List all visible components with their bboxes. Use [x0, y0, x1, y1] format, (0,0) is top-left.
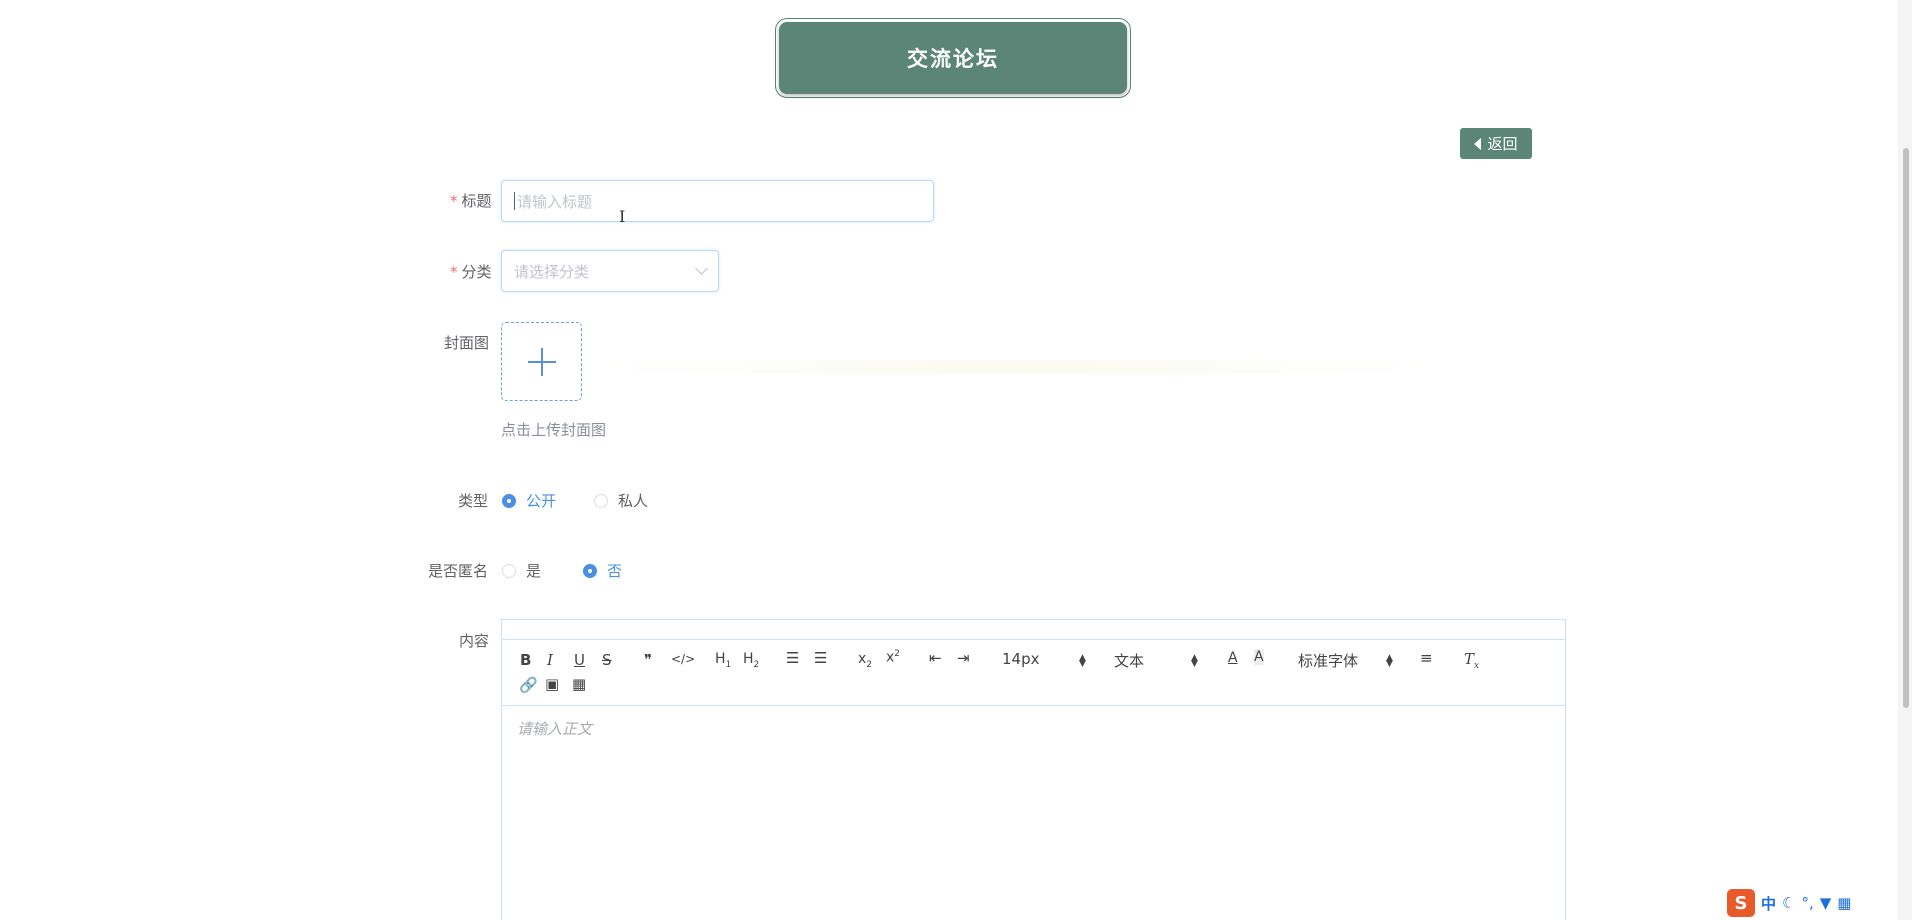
category-select-placeholder: 请选择分类: [514, 262, 590, 281]
picker-arrows-icon: ▲ ▼: [1079, 653, 1086, 669]
video-icon[interactable]: ▦: [572, 675, 586, 693]
sogou-logo-icon: S: [1727, 889, 1755, 917]
anonymous-radio-group: 是 否: [502, 560, 652, 581]
radio-unchecked-icon: [594, 493, 609, 508]
subscript-button[interactable]: x2: [858, 651, 872, 670]
anonymous-option-no-label: 否: [607, 562, 623, 580]
category-label: * 分类: [450, 261, 492, 282]
title-input-placeholder: 请输入标题: [517, 192, 593, 211]
picker-arrows-icon: ▲ ▼: [1386, 653, 1393, 669]
cover-upload-button[interactable]: [501, 322, 582, 401]
required-mark: *: [450, 192, 458, 210]
anonymous-option-yes-label: 是: [526, 562, 542, 580]
superscript-button[interactable]: x2: [886, 649, 900, 666]
font-size-picker[interactable]: 14px: [1002, 650, 1040, 668]
title-label-text: 标题: [461, 192, 492, 210]
indent-icon[interactable]: ⇥: [957, 649, 970, 667]
text-caret: [514, 192, 515, 210]
page-title: 交流论坛: [779, 22, 1127, 94]
radio-unchecked-icon: [502, 563, 516, 578]
chevron-down-icon: [695, 262, 708, 275]
type-label: 类型: [458, 492, 489, 510]
type-option-public-label: 公开: [526, 492, 557, 510]
link-icon[interactable]: 🔗: [519, 676, 538, 694]
picker-arrows-icon: ▲ ▼: [1191, 653, 1198, 669]
italic-button[interactable]: I: [547, 651, 553, 669]
apps-grid-icon[interactable]: ▦: [1837, 894, 1851, 912]
code-block-icon[interactable]: </>: [671, 652, 695, 666]
type-radio-private[interactable]: 私人: [594, 490, 648, 511]
rich-text-editor: B I U S ❞ </> H1 H2 ☰ ☰ x2 x2 ⇤ ⇥ 14px ▲…: [501, 639, 1566, 920]
page: 交流论坛 返回 * 标题 请输入标题 I * 分类 请选择分类 封面图 点击上传封面…: [0, 0, 1912, 920]
clear-format-icon[interactable]: Tx: [1464, 650, 1479, 671]
ibeam-cursor-icon: I: [619, 207, 626, 226]
radio-checked-icon: [583, 563, 598, 578]
underline-button[interactable]: U: [574, 651, 585, 669]
blockquote-icon[interactable]: ❞: [644, 651, 652, 669]
background-color-icon[interactable]: A: [1254, 649, 1264, 665]
image-icon[interactable]: ▣: [545, 675, 559, 693]
editor-top-strip: [501, 619, 1566, 639]
align-left-icon[interactable]: ≡: [1420, 649, 1433, 667]
font-family-picker[interactable]: 标准字体: [1298, 650, 1358, 671]
bullet-list-icon[interactable]: ☰: [814, 649, 827, 667]
type-radio-group: 公开 私人: [502, 490, 678, 511]
back-button[interactable]: 返回: [1460, 128, 1532, 159]
cover-upload-hint: 点击上传封面图: [501, 421, 607, 439]
title-input[interactable]: 请输入标题: [501, 180, 934, 222]
header-picker[interactable]: 文本: [1114, 650, 1144, 671]
bold-button[interactable]: B: [520, 651, 531, 669]
decorative-strip: [590, 360, 1440, 374]
editor-body[interactable]: 请输入正文: [502, 706, 1565, 751]
h2-button[interactable]: H2: [743, 651, 759, 670]
radio-checked-icon: [502, 493, 516, 508]
cover-label: 封面图: [444, 334, 490, 352]
title-label: * 标题: [450, 190, 492, 211]
category-label-text: 分类: [461, 263, 492, 281]
plus-icon-vertical: [541, 348, 543, 376]
strikethrough-button[interactable]: S: [602, 651, 612, 669]
moon-icon[interactable]: ☾: [1782, 894, 1795, 912]
punctuation-icon[interactable]: °,: [1801, 894, 1813, 912]
outdent-icon[interactable]: ⇤: [929, 649, 942, 667]
anonymous-label: 是否匿名: [428, 562, 489, 580]
anonymous-radio-yes[interactable]: 是: [502, 560, 541, 581]
content-label: 内容: [459, 632, 490, 650]
type-radio-public[interactable]: 公开: [502, 490, 556, 511]
back-button-label: 返回: [1487, 135, 1518, 153]
ordered-list-icon[interactable]: ☰: [786, 649, 799, 667]
skin-icon[interactable]: ▼: [1820, 894, 1832, 912]
ime-mode[interactable]: 中: [1761, 893, 1776, 914]
type-option-private-label: 私人: [618, 492, 649, 510]
h1-button[interactable]: H1: [715, 651, 731, 670]
ime-toolbar[interactable]: S 中 ☾ °, ▼ ▦: [1727, 888, 1851, 918]
required-mark: *: [450, 263, 458, 281]
scrollbar-thumb[interactable]: [1903, 148, 1909, 708]
editor-placeholder: 请输入正文: [517, 720, 593, 738]
category-select[interactable]: 请选择分类: [501, 250, 719, 292]
text-color-icon[interactable]: A: [1228, 650, 1238, 666]
anonymous-radio-no[interactable]: 否: [583, 560, 622, 581]
caret-left-icon: [1474, 137, 1482, 150]
editor-toolbar: B I U S ❞ </> H1 H2 ☰ ☰ x2 x2 ⇤ ⇥ 14px ▲…: [502, 640, 1565, 706]
